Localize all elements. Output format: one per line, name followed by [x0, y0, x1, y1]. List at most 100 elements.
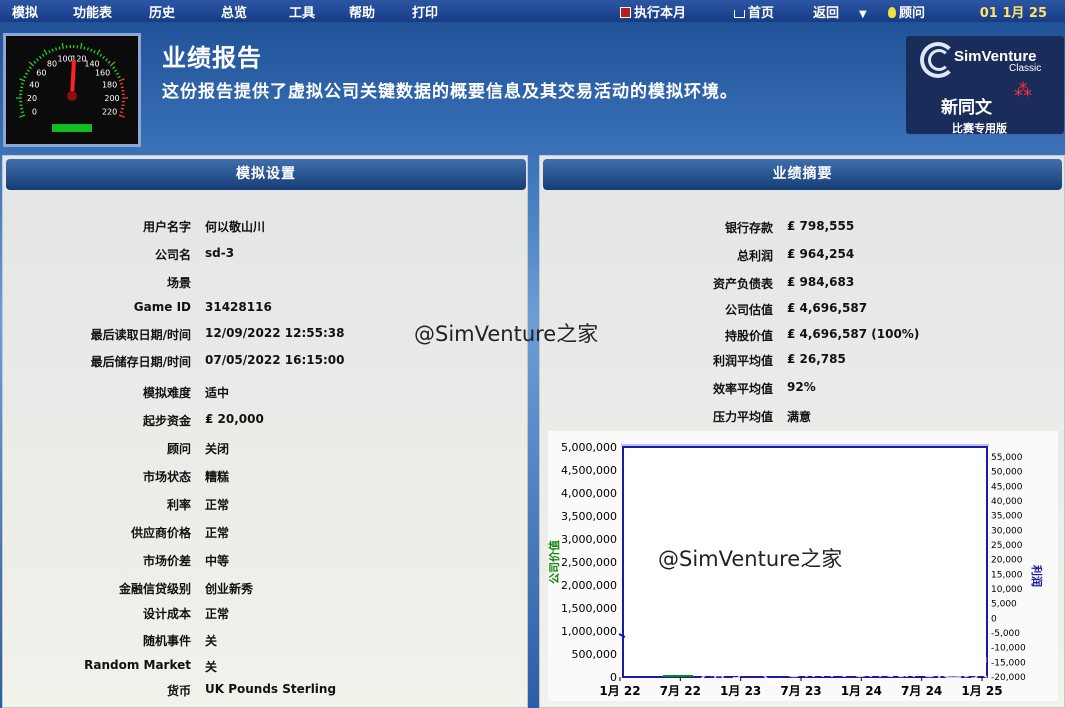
logo-classic: Classic [1009, 63, 1042, 74]
gauge-tick-mark [48, 50, 51, 54]
setting-label: Game ID [133, 300, 191, 314]
gauge-tick-label: 0 [32, 108, 37, 117]
setting-label: 起步资金 [142, 414, 191, 428]
right-axis-tick: 30,000 [991, 526, 1023, 536]
gauge-tick-mark [19, 78, 26, 82]
setting-value: 12/09/2022 12:55:38 [205, 326, 345, 340]
back-label: 返回 [813, 6, 840, 21]
gauge-tick-label: 220 [102, 108, 117, 117]
gauge-tick-mark [115, 72, 120, 76]
gauge-tick-mark [90, 48, 93, 52]
setting-value: 中等 [205, 554, 230, 568]
menu-tools[interactable]: 工具 [289, 2, 315, 21]
menu-functions[interactable]: 功能表 [73, 2, 112, 21]
right-axis-tick: 15,000 [991, 570, 1023, 580]
right-axis-tick: 45,000 [991, 482, 1023, 492]
gauge-tick-mark [20, 82, 25, 85]
x-axis-tick: 1月 23 [720, 684, 761, 698]
simventure-logo: SimVenture Classic 新同文 ⁂ 比赛专用版 [906, 36, 1064, 135]
summary-value: ₤ 984,683 [787, 275, 855, 289]
home-button[interactable]: 首页 [734, 2, 774, 21]
gauge-tick-mark [119, 111, 124, 114]
gauge-tick-mark [33, 60, 37, 64]
setting-value: UK Pounds Sterling [205, 682, 337, 696]
x-axis-tick: 1月 22 [599, 684, 640, 698]
summary-panel-title: 业绩摘要 [543, 159, 1062, 190]
summary-label: 利润平均值 [712, 354, 773, 368]
setting-value: 07/05/2022 16:15:00 [205, 353, 345, 367]
gauge-tick-mark [109, 61, 116, 67]
setting-label: Random Market [84, 658, 191, 672]
home-icon [734, 10, 745, 18]
gauge-tick-label: 80 [47, 59, 57, 68]
setting-label: 供应商价格 [130, 526, 191, 540]
x-axis-tick: 1月 24 [841, 684, 882, 698]
setting-value: 关闭 [205, 442, 230, 456]
gauge-tick-mark [96, 49, 101, 55]
left-axis-tick: 2,500,000 [561, 556, 617, 569]
x-axis-tick: 7月 22 [660, 684, 701, 698]
menu-overview[interactable]: 总览 [221, 2, 247, 21]
setting-label: 顾问 [166, 442, 191, 456]
right-axis-tick: 25,000 [991, 541, 1023, 551]
gauge-tick-mark [105, 58, 108, 62]
right-axis-tick: 20,000 [991, 556, 1023, 566]
gauge-tick-mark [118, 78, 125, 82]
gauge-tick-mark [28, 61, 35, 67]
run-month-button[interactable]: 执行本月 [620, 2, 686, 21]
page-subtitle: 这份报告提供了虚拟公司关键数据的概要信息及其交易活动的模拟环境。 [162, 82, 738, 102]
page-title: 业绩报告 [162, 44, 262, 72]
back-button[interactable]: 返回 ▼ [813, 2, 867, 21]
left-axis-tick: 4,500,000 [561, 464, 617, 477]
gauge-tick-mark [38, 55, 42, 59]
right-axis-tick: 40,000 [991, 497, 1023, 507]
setting-label: 市场价差 [142, 554, 191, 568]
gauge-tick-mark [51, 48, 54, 52]
gauge-tick-mark [118, 114, 125, 118]
setting-value: ₤ 20,000 [205, 412, 264, 426]
right-axis-tick: 50,000 [991, 468, 1023, 478]
gauge-tick-mark [120, 86, 124, 89]
gauge-tick-mark [61, 42, 64, 49]
gauge-tick-mark [55, 47, 58, 51]
setting-value: 正常 [205, 607, 230, 621]
gauge-tick-mark [24, 72, 29, 76]
gauge-tick-label: 200 [104, 94, 119, 103]
menu-simulate[interactable]: 模拟 [12, 2, 38, 21]
advisor-button[interactable]: 顾问 [888, 2, 925, 21]
summary-value: ₤ 4,696,587 (100%) [787, 327, 920, 341]
left-axis-tick: 1,500,000 [561, 602, 617, 615]
menu-history[interactable]: 历史 [149, 2, 175, 21]
right-axis-tick: -5,000 [991, 629, 1020, 639]
gauge-tick-label: 60 [36, 68, 46, 77]
back-dropdown-icon[interactable]: ▼ [859, 9, 867, 20]
left-axis-tick: 500,000 [572, 648, 618, 661]
summary-value: 92% [787, 380, 816, 394]
current-date: 01 1月 25 [979, 6, 1047, 21]
gauge-tick-mark [23, 75, 27, 79]
advisor-label: 顾问 [899, 6, 926, 21]
x-axis-tick: 7月 24 [901, 684, 942, 698]
gauge-tick-mark [36, 58, 39, 62]
menu-help[interactable]: 帮助 [349, 2, 375, 21]
setting-value: 31428116 [205, 300, 272, 314]
left-axis-tick: 4,000,000 [561, 487, 617, 500]
left-axis-tick: 0 [610, 671, 617, 684]
gauge-tick-mark [102, 55, 106, 59]
gauge-tick-mark [112, 66, 116, 70]
setting-label: 随机事件 [142, 634, 191, 648]
menu-print[interactable]: 打印 [412, 2, 438, 21]
right-axis-tick: 10,000 [991, 585, 1023, 595]
setting-label: 场景 [166, 276, 191, 290]
settings-panel-title: 模拟设置 [6, 159, 526, 190]
watermark: 知乎 @SimVenture之家 [700, 654, 989, 684]
setting-value: 正常 [205, 498, 230, 512]
home-label: 首页 [748, 6, 775, 21]
settings-panel: 模拟设置 用户名字 何以敬山川 公司名 sd-3 场景 Game ID 31428116 最后… [2, 155, 528, 708]
gauge-tick-mark [41, 53, 45, 57]
setting-label: 设计成本 [142, 607, 191, 621]
summary-label: 资产负债表 [712, 277, 773, 291]
summary-label: 银行存款 [724, 221, 773, 235]
setting-value: 何以敬山川 [205, 220, 266, 234]
setting-value: 关 [205, 634, 218, 648]
